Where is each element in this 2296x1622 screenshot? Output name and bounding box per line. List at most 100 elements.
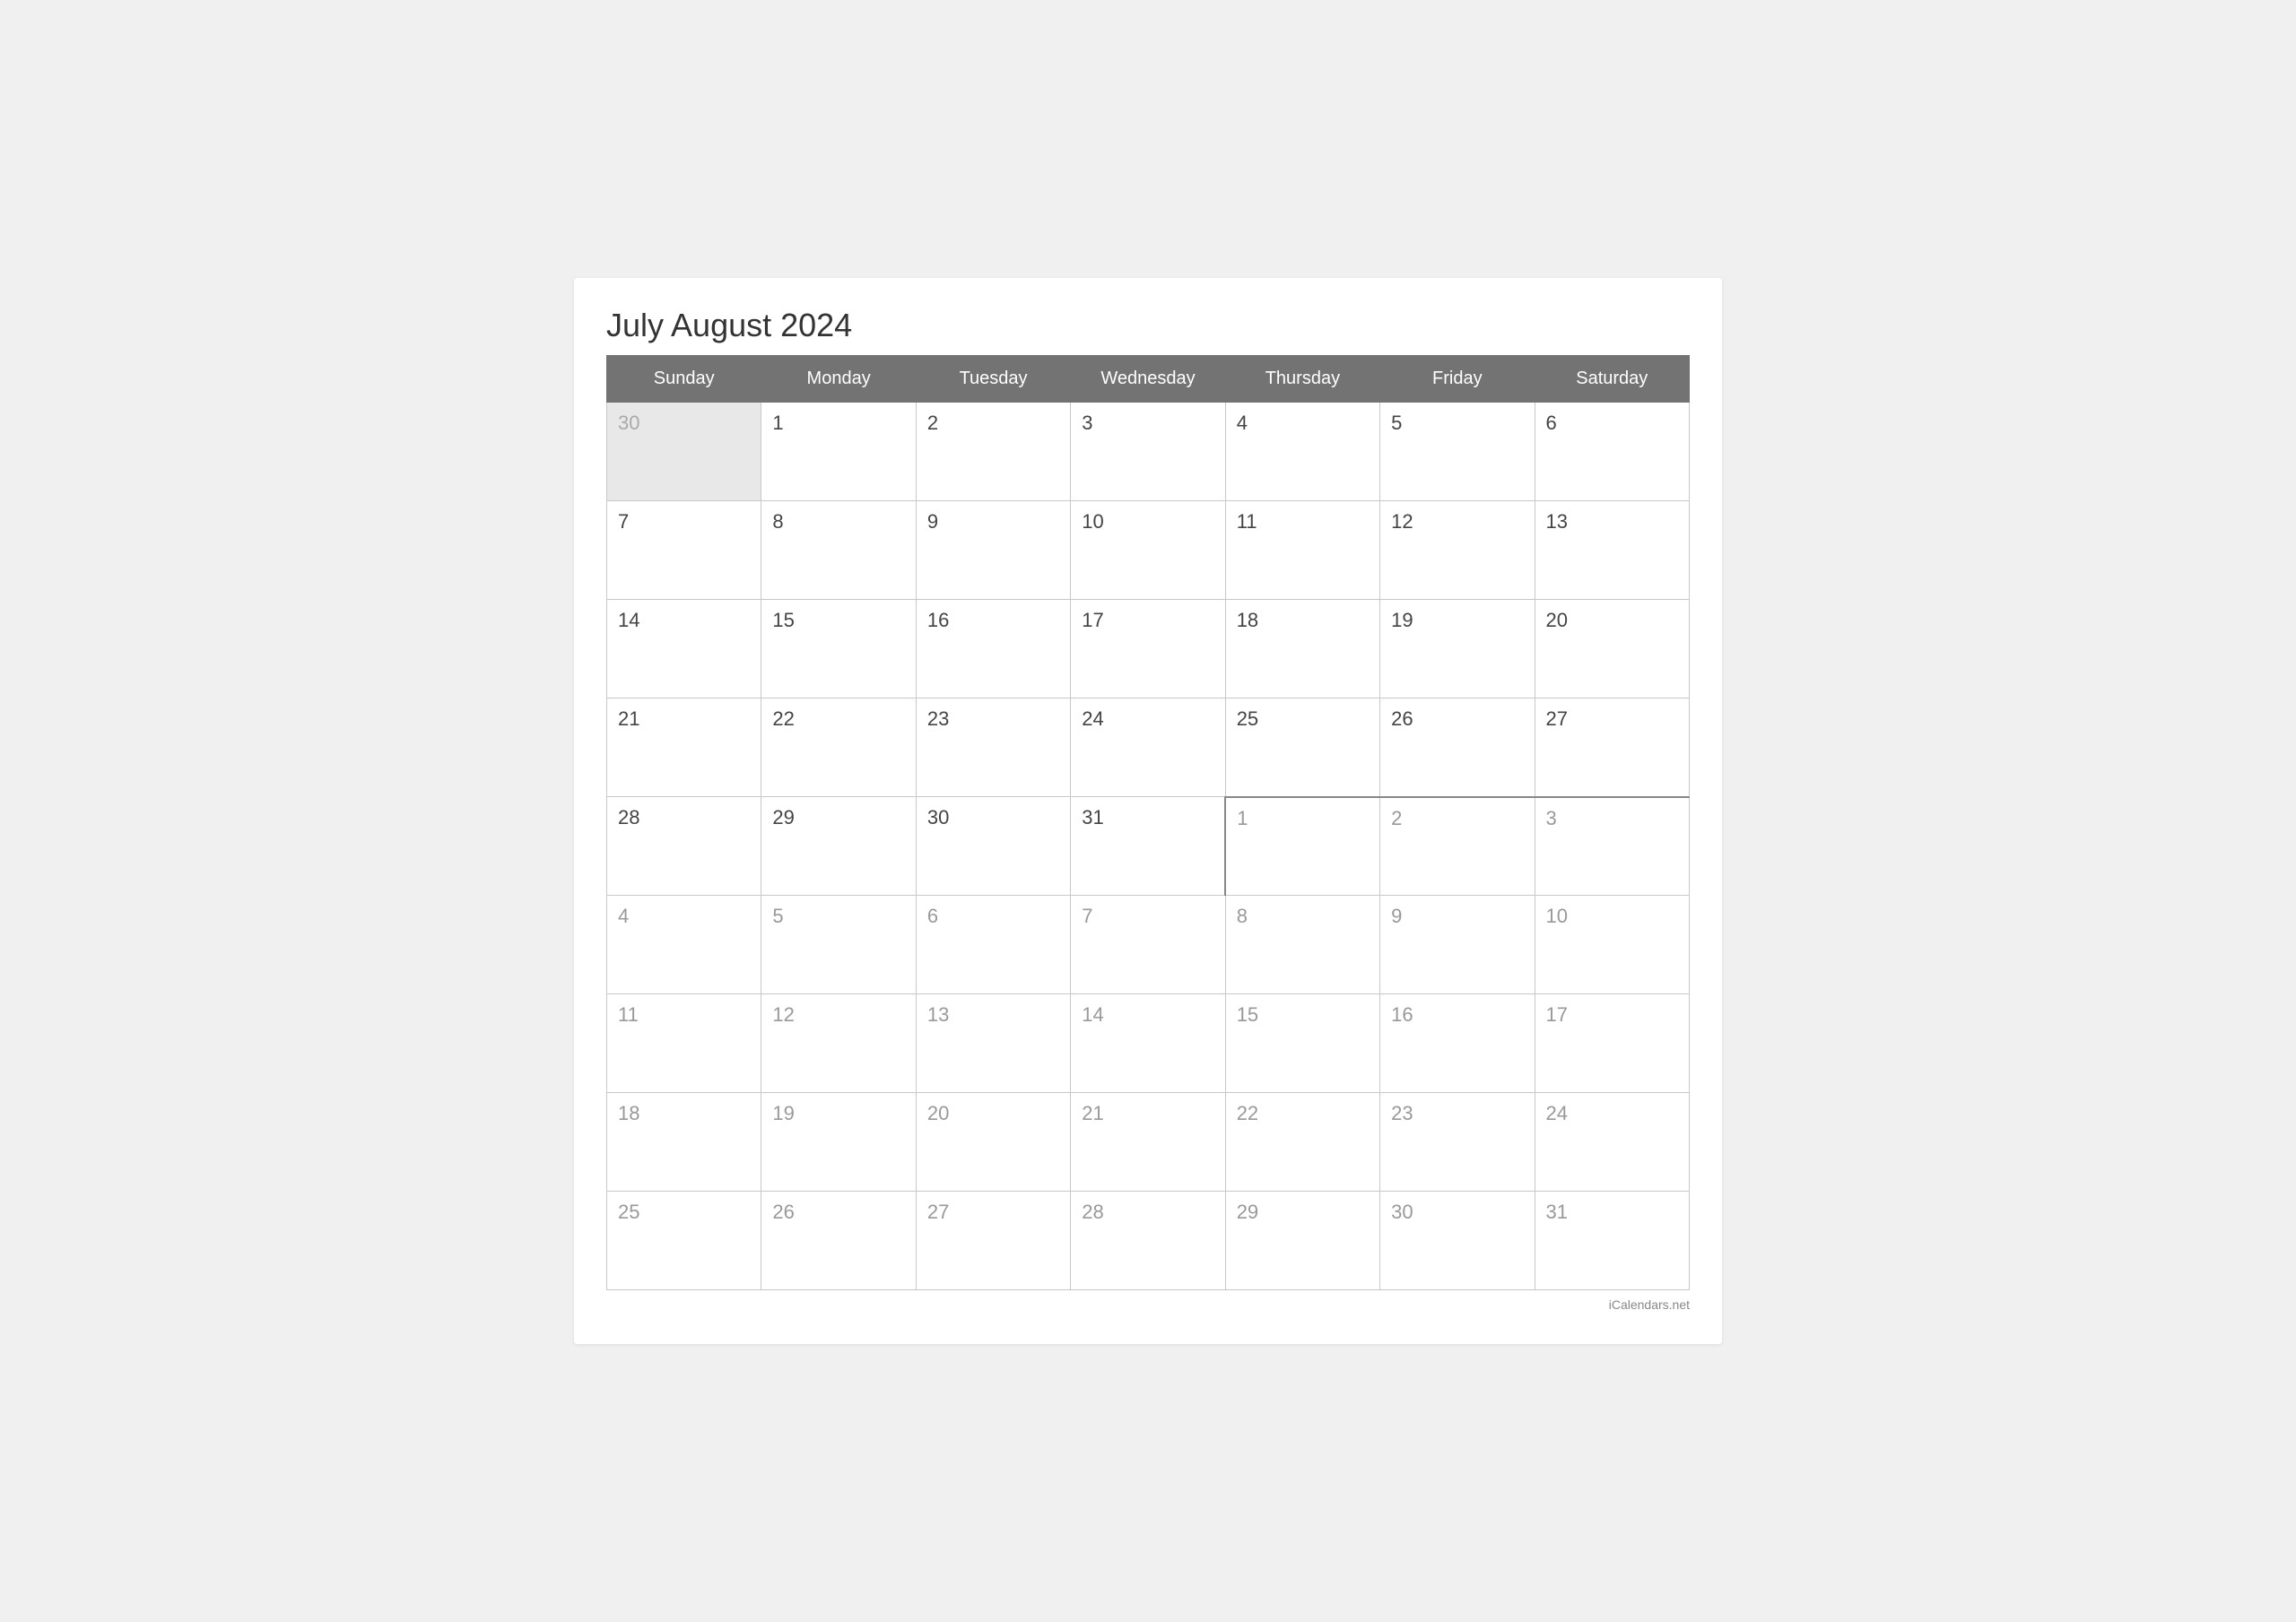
day-number: 18 xyxy=(618,1102,639,1124)
day-number: 20 xyxy=(1546,609,1568,631)
calendar-day[interactable]: 24 xyxy=(1071,698,1225,797)
calendar-day[interactable]: 9 xyxy=(1380,896,1535,994)
calendar-day[interactable]: 19 xyxy=(1380,600,1535,698)
calendar-day[interactable]: 11 xyxy=(1225,501,1379,600)
calendar-day[interactable]: 1 xyxy=(1225,797,1379,896)
calendar-day[interactable]: 3 xyxy=(1071,403,1225,501)
calendar-day[interactable]: 16 xyxy=(1380,994,1535,1093)
calendar-day[interactable]: 19 xyxy=(761,1093,916,1192)
calendar-day[interactable]: 28 xyxy=(607,797,761,896)
calendar-week-8: 18 1920 21 22 23 24 xyxy=(607,1093,1690,1192)
day-number: 17 xyxy=(1546,1003,1568,1026)
day-number: 21 xyxy=(1082,1102,1103,1124)
calendar-day[interactable]: 5 xyxy=(761,896,916,994)
calendar-day[interactable]: 3 xyxy=(1535,797,1689,896)
day-number: 9 xyxy=(1391,905,1402,927)
calendar-table: SundayMondayTuesdayWednesdayThursdayFrid… xyxy=(606,355,1690,1290)
calendar-day[interactable]: 21 xyxy=(1071,1093,1225,1192)
day-number: 23 xyxy=(1391,1102,1413,1124)
calendar-day[interactable]: 12 xyxy=(761,994,916,1093)
day-number: 9 xyxy=(927,510,938,533)
day-number: 3 xyxy=(1546,807,1557,829)
calendar-day[interactable]: 9 xyxy=(916,501,1070,600)
calendar-day[interactable]: 30 xyxy=(916,797,1070,896)
day-number: 10 xyxy=(1546,905,1568,927)
calendar-day[interactable]: 26 xyxy=(1380,698,1535,797)
calendar-day[interactable]: 15 xyxy=(1225,994,1379,1093)
calendar-day[interactable]: 18 xyxy=(607,1093,761,1192)
day-number: 13 xyxy=(927,1003,949,1026)
day-number: 19 xyxy=(1391,609,1413,631)
calendar-day[interactable]: 10 xyxy=(1071,501,1225,600)
calendar-day[interactable]: 18 xyxy=(1225,600,1379,698)
day-number: 21 xyxy=(618,707,639,730)
calendar-day[interactable]: 23 xyxy=(916,698,1070,797)
calendar-day[interactable]: 13 xyxy=(1535,501,1689,600)
header-day-friday: Friday xyxy=(1380,356,1535,403)
calendar-day[interactable]: 17 xyxy=(1071,600,1225,698)
calendar-day[interactable]: 30 xyxy=(607,403,761,501)
day-number: 11 xyxy=(618,1003,639,1026)
calendar-day[interactable]: 7 xyxy=(607,501,761,600)
calendar-day[interactable]: 28 xyxy=(1071,1192,1225,1290)
calendar-day[interactable]: 23 xyxy=(1380,1093,1535,1192)
header-day-wednesday: Wednesday xyxy=(1071,356,1225,403)
calendar-day[interactable]: 25 xyxy=(607,1192,761,1290)
calendar-day[interactable]: 29 xyxy=(1225,1192,1379,1290)
day-number: 1 xyxy=(1237,807,1248,829)
day-number: 14 xyxy=(1082,1003,1103,1026)
calendar-day[interactable]: 27 xyxy=(1535,698,1689,797)
day-number: 7 xyxy=(1082,905,1092,927)
day-number: 22 xyxy=(772,707,794,730)
calendar-day[interactable]: 1 xyxy=(761,403,916,501)
calendar-day[interactable]: 8 xyxy=(1225,896,1379,994)
calendar-day[interactable]: 29 xyxy=(761,797,916,896)
calendar-container: July August 2024 SundayMondayTuesdayWedn… xyxy=(574,278,1722,1344)
calendar-day[interactable]: 22 xyxy=(761,698,916,797)
calendar-day[interactable]: 20 xyxy=(916,1093,1070,1192)
calendar-day[interactable]: 16 xyxy=(916,600,1070,698)
calendar-day[interactable]: 21 xyxy=(607,698,761,797)
calendar-day[interactable]: 2 xyxy=(916,403,1070,501)
day-number: 2 xyxy=(1391,807,1402,829)
day-number: 5 xyxy=(772,905,783,927)
calendar-day[interactable]: 17 xyxy=(1535,994,1689,1093)
calendar-day[interactable]: 5 xyxy=(1380,403,1535,501)
calendar-day[interactable]: 31 xyxy=(1071,797,1225,896)
watermark: iCalendars.net xyxy=(606,1297,1690,1312)
day-number: 4 xyxy=(1237,412,1248,434)
calendar-day[interactable]: 12 xyxy=(1380,501,1535,600)
calendar-day[interactable]: 2 xyxy=(1380,797,1535,896)
day-number: 27 xyxy=(927,1201,949,1223)
calendar-day[interactable]: 27 xyxy=(916,1192,1070,1290)
calendar-day[interactable]: 26 xyxy=(761,1192,916,1290)
calendar-day[interactable]: 30 xyxy=(1380,1192,1535,1290)
calendar-day[interactable]: 7 xyxy=(1071,896,1225,994)
calendar-day[interactable]: 14 xyxy=(1071,994,1225,1093)
day-number: 8 xyxy=(772,510,783,533)
calendar-day[interactable]: 14 xyxy=(607,600,761,698)
calendar-day[interactable]: 11 xyxy=(607,994,761,1093)
calendar-day[interactable]: 31 xyxy=(1535,1192,1689,1290)
calendar-day[interactable]: 24 xyxy=(1535,1093,1689,1192)
calendar-day[interactable]: 15 xyxy=(761,600,916,698)
calendar-day[interactable]: 4 xyxy=(607,896,761,994)
calendar-day[interactable]: 10 xyxy=(1535,896,1689,994)
day-number: 16 xyxy=(927,609,949,631)
day-number: 31 xyxy=(1082,806,1103,828)
day-number: 30 xyxy=(927,806,949,828)
calendar-day[interactable]: 13 xyxy=(916,994,1070,1093)
day-number: 13 xyxy=(1546,510,1568,533)
day-number: 16 xyxy=(1391,1003,1413,1026)
calendar-day[interactable]: 25 xyxy=(1225,698,1379,797)
calendar-day[interactable]: 6 xyxy=(916,896,1070,994)
day-number: 12 xyxy=(1391,510,1413,533)
calendar-day[interactable]: 8 xyxy=(761,501,916,600)
header-day-saturday: Saturday xyxy=(1535,356,1689,403)
calendar-day[interactable]: 22 xyxy=(1225,1093,1379,1192)
calendar-day[interactable]: 20 xyxy=(1535,600,1689,698)
day-number: 10 xyxy=(1082,510,1103,533)
day-number: 7 xyxy=(618,510,629,533)
calendar-day[interactable]: 6 xyxy=(1535,403,1689,501)
calendar-day[interactable]: 4 xyxy=(1225,403,1379,501)
